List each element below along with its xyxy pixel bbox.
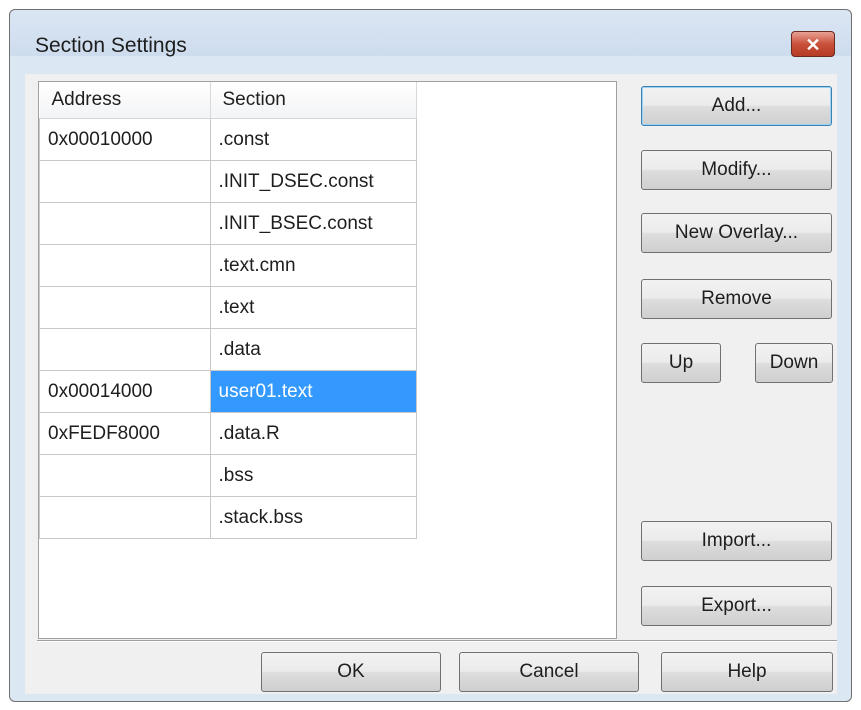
section-settings-dialog: Section Settings ✕ Address Section 0x000… (9, 9, 852, 702)
modify-button[interactable]: Modify... (641, 150, 832, 190)
import-button[interactable]: Import... (641, 521, 832, 561)
table-row[interactable]: .data (39, 328, 417, 371)
column-header-section[interactable]: Section (210, 82, 417, 119)
section-cell-selected: user01.text (209, 370, 417, 413)
table-row[interactable]: .INIT_BSEC.const (39, 202, 417, 245)
section-cell: .const (209, 118, 417, 161)
cancel-button[interactable]: Cancel (459, 652, 639, 692)
close-icon: ✕ (805, 35, 821, 55)
close-button[interactable]: ✕ (791, 31, 835, 57)
dialog-title: Section Settings (35, 34, 187, 57)
dialog-body: Address Section 0x00010000 .const .INIT_… (25, 74, 837, 694)
address-cell: 0xFEDF8000 (39, 412, 211, 455)
down-button[interactable]: Down (755, 343, 833, 383)
separator-line (37, 640, 837, 642)
add-button[interactable]: Add... (641, 86, 832, 126)
table-row[interactable]: 0xFEDF8000 .data.R (39, 412, 417, 455)
section-cell: .data (209, 328, 417, 371)
table-row[interactable]: 0x00010000 .const (39, 118, 417, 161)
help-button[interactable]: Help (661, 652, 833, 692)
address-cell: 0x00014000 (39, 370, 211, 413)
table-row[interactable]: .stack.bss (39, 496, 417, 539)
address-cell (39, 286, 211, 329)
section-cell: .stack.bss (209, 496, 417, 539)
ok-button[interactable]: OK (261, 652, 441, 692)
address-cell (39, 160, 211, 203)
address-cell: 0x00010000 (39, 118, 211, 161)
table-row[interactable]: .text (39, 286, 417, 329)
section-list[interactable]: Address Section 0x00010000 .const .INIT_… (38, 81, 617, 639)
column-header-address[interactable]: Address (39, 82, 211, 119)
section-cell: .bss (209, 454, 417, 497)
address-cell (39, 454, 211, 497)
new-overlay-button[interactable]: New Overlay... (641, 213, 832, 253)
table-row[interactable]: .text.cmn (39, 244, 417, 287)
address-cell (39, 244, 211, 287)
section-table: Address Section 0x00010000 .const .INIT_… (39, 82, 417, 539)
table-header-row: Address Section (39, 82, 417, 119)
section-cell: .text.cmn (209, 244, 417, 287)
address-cell (39, 496, 211, 539)
address-cell (39, 328, 211, 371)
section-cell: .INIT_DSEC.const (209, 160, 417, 203)
section-cell: .INIT_BSEC.const (209, 202, 417, 245)
table-row[interactable]: .INIT_DSEC.const (39, 160, 417, 203)
address-cell (39, 202, 211, 245)
table-row[interactable]: .bss (39, 454, 417, 497)
export-button[interactable]: Export... (641, 586, 832, 626)
section-cell: .data.R (209, 412, 417, 455)
title-bar: Section Settings ✕ (10, 10, 851, 74)
up-button[interactable]: Up (641, 343, 721, 383)
remove-button[interactable]: Remove (641, 279, 832, 319)
table-row-selected[interactable]: 0x00014000 user01.text (39, 370, 417, 413)
section-cell: .text (209, 286, 417, 329)
